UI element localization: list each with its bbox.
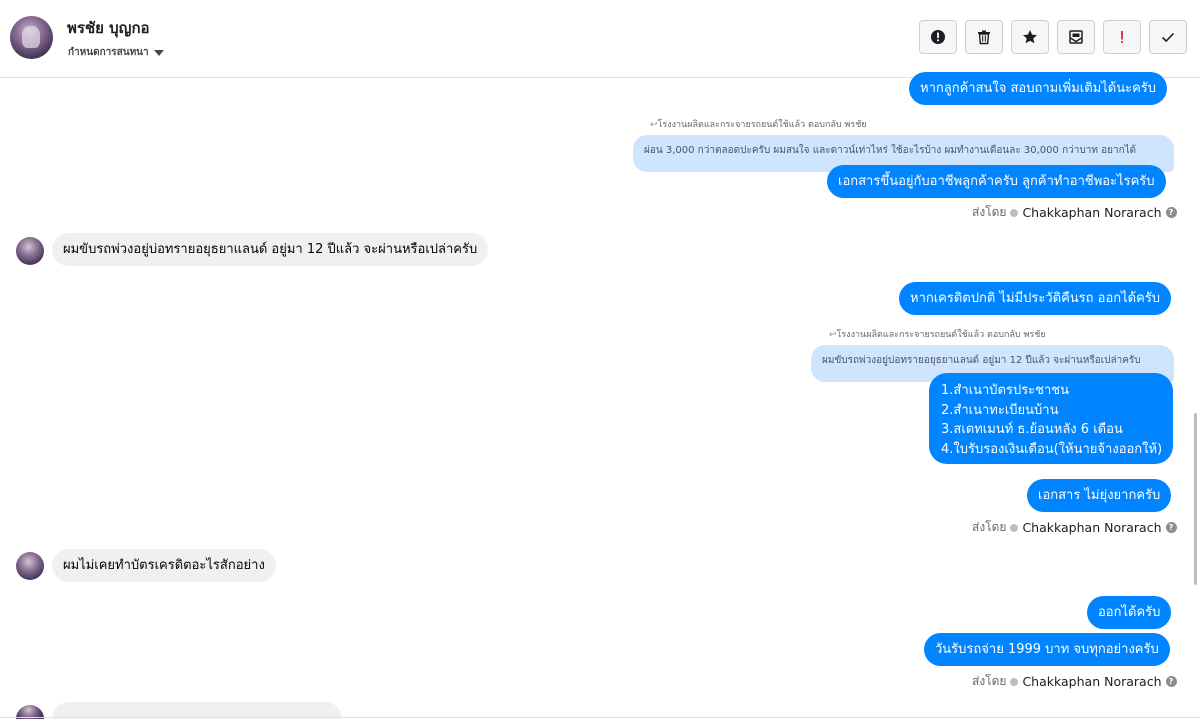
- delete-button[interactable]: [965, 20, 1003, 54]
- agent-badge-icon: [1010, 677, 1019, 686]
- done-button[interactable]: [1149, 20, 1187, 54]
- help-icon[interactable]: ?: [1165, 522, 1177, 533]
- contact-avatar-small[interactable]: [16, 237, 44, 265]
- assign-conversation-dropdown[interactable]: กำหนดการสนทนา: [68, 45, 164, 60]
- contact-avatar[interactable]: [10, 16, 53, 59]
- message-outgoing[interactable]: เอกสาร ไม่ยุ่งยากครับ: [1027, 479, 1172, 512]
- sent-by-label: ส่งโดย: [972, 674, 1007, 688]
- contact-name[interactable]: พรชัย บุญกอ: [67, 16, 150, 40]
- message-outgoing[interactable]: ออกได้ครับ: [1087, 596, 1172, 629]
- sent-by-label: ส่งโดย: [972, 205, 1007, 219]
- spam-button[interactable]: [919, 20, 957, 54]
- message-outgoing-list[interactable]: 1.สำเนาบัตรประชาชน 2.สำเนาทะเบียนบ้าน 3.…: [929, 373, 1173, 464]
- alert-circle-icon: [931, 30, 945, 44]
- list-line: 2.สำเนาทะเบียนบ้าน: [941, 402, 1059, 418]
- divider: [0, 717, 1200, 718]
- list-line: 3.สเตทเมนท์ ธ.ย้อนหลัง 6 เดือน: [941, 422, 1123, 437]
- reply-meta: ↩โรงงานผลิตและกระจายรถยนต์ใช้แล้ว ตอบกลั…: [650, 120, 867, 130]
- trash-icon: [978, 30, 990, 45]
- envelope-icon: [1069, 30, 1083, 44]
- list-line: 1.สำเนาบัตรประชาชน: [941, 383, 1069, 398]
- agent-name[interactable]: Chakkaphan Norarach: [1022, 205, 1161, 220]
- message-incoming[interactable]: ผมขับรถพ่วงอยู่บ่อทรายอยุธยาแลนด์ อยู่มา…: [52, 233, 489, 266]
- list-line: 4.ใบรับรองเงินเดือน(ให้นายจ้างออกให้): [941, 441, 1163, 457]
- sent-by-line: ส่งโดย Chakkaphan Norarach ?: [972, 672, 1177, 691]
- conversation-toolbar: [919, 20, 1187, 54]
- contact-avatar-small[interactable]: [16, 552, 44, 580]
- agent-name[interactable]: Chakkaphan Norarach: [1022, 674, 1161, 689]
- message-outgoing[interactable]: หากเครดิตปกติ ไม่มีประวัติคืนรถ ออกได้คร…: [899, 282, 1172, 315]
- important-button[interactable]: [1103, 20, 1141, 54]
- reply-meta: ↩โรงงานผลิตและกระจายรถยนต์ใช้แล้ว ตอบกลั…: [829, 330, 1046, 340]
- help-icon[interactable]: ?: [1165, 207, 1177, 218]
- message-outgoing[interactable]: วันรับรถจ่าย 1999 บาท จบทุกอย่างครับ: [924, 633, 1170, 666]
- sent-by-label: ส่งโดย: [972, 520, 1007, 534]
- sent-by-line: ส่งโดย Chakkaphan Norarach ?: [972, 518, 1177, 537]
- star-icon: [1023, 30, 1037, 44]
- chat-scrollbar[interactable]: [1194, 413, 1197, 585]
- assign-label: กำหนดการสนทนา: [68, 47, 149, 58]
- mark-unread-button[interactable]: [1057, 20, 1095, 54]
- reply-arrow-icon: ↩: [829, 330, 837, 340]
- agent-name[interactable]: Chakkaphan Norarach: [1022, 520, 1161, 535]
- sent-by-line: ส่งโดย Chakkaphan Norarach ?: [972, 203, 1177, 222]
- star-button[interactable]: [1011, 20, 1049, 54]
- caret-down-icon: [153, 50, 164, 56]
- reply-arrow-icon: ↩: [650, 120, 658, 130]
- conversation-header: พรชัย บุญกอ กำหนดการสนทนา: [0, 0, 1200, 78]
- agent-badge-icon: [1010, 523, 1019, 532]
- agent-badge-icon: [1010, 208, 1019, 217]
- check-icon: [1161, 32, 1175, 43]
- help-icon[interactable]: ?: [1165, 676, 1177, 687]
- message-outgoing[interactable]: หากลูกค้าสนใจ สอบถามเพิ่มเติมได้นะครับ: [909, 72, 1168, 105]
- message-outgoing[interactable]: เอกสารขึ้นอยู่กับอาชีพลูกค้าครับ ลูกค้าท…: [827, 165, 1166, 198]
- message-incoming[interactable]: ผมไม่เคยทำบัตรเครดิตอะไรสักอย่าง: [52, 549, 276, 582]
- exclamation-icon: [1121, 31, 1123, 43]
